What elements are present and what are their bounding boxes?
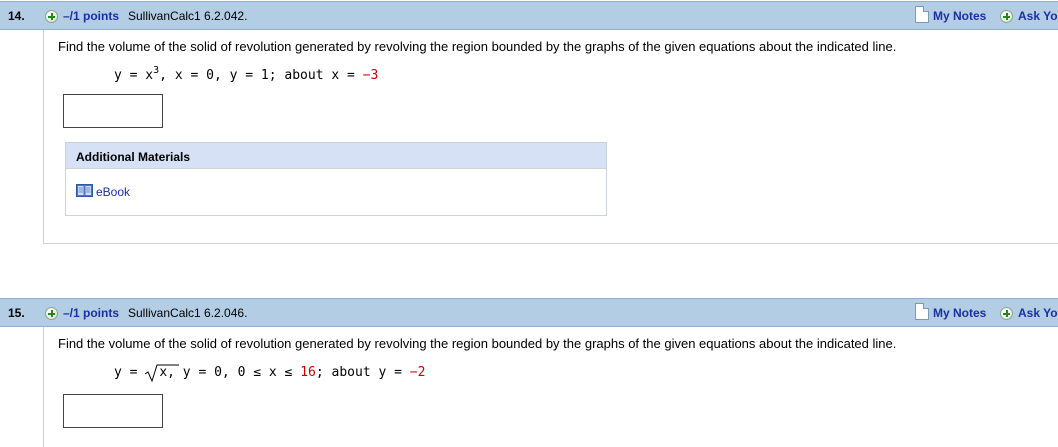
question-source: SullivanCalc1 6.2.042. bbox=[128, 9, 248, 23]
my-notes-link[interactable]: My Notes bbox=[933, 9, 986, 23]
answer-input[interactable] bbox=[63, 394, 163, 428]
points-link[interactable]: –/1 points bbox=[63, 9, 119, 23]
question-equation: y = x3, x = 0, y = 1; about x = −3 bbox=[114, 66, 379, 84]
plus-circle-icon[interactable] bbox=[45, 10, 58, 23]
equation-part: y = bbox=[114, 365, 146, 380]
equation-part: , y = 0, 0 ≤ x ≤ bbox=[167, 365, 301, 380]
radical-sign-icon bbox=[145, 364, 180, 382]
note-page-icon[interactable] bbox=[915, 6, 929, 23]
question-prompt: Find the volume of the solid of revoluti… bbox=[58, 39, 897, 54]
question-number: 15. bbox=[8, 306, 25, 320]
question-number: 14. bbox=[8, 9, 25, 23]
points-link[interactable]: –/1 points bbox=[63, 306, 119, 320]
axis-value: −3 bbox=[362, 68, 379, 83]
ask-your-teacher-link[interactable]: Ask Yo bbox=[1018, 306, 1058, 320]
question-prompt: Find the volume of the solid of revoluti… bbox=[58, 336, 897, 351]
plus-circle-icon[interactable] bbox=[1000, 307, 1013, 320]
bound-value: 16 bbox=[300, 365, 316, 380]
square-root: x bbox=[145, 364, 180, 382]
plus-circle-icon[interactable] bbox=[1000, 10, 1013, 23]
book-icon[interactable] bbox=[76, 184, 93, 197]
question-source: SullivanCalc1 6.2.046. bbox=[128, 306, 248, 320]
additional-materials-title: Additional Materials bbox=[66, 143, 606, 169]
additional-materials-panel: Additional Materials eBook bbox=[65, 142, 607, 216]
plus-circle-icon[interactable] bbox=[45, 307, 58, 320]
answer-input[interactable] bbox=[63, 94, 163, 128]
question-equation: y = x, y = 0, 0 ≤ x ≤ 16; about y = −2 bbox=[114, 364, 426, 382]
equation-part: y = x bbox=[114, 68, 154, 83]
axis-value: −2 bbox=[409, 365, 426, 380]
my-notes-link[interactable]: My Notes bbox=[933, 306, 986, 320]
ask-your-teacher-link[interactable]: Ask Yo bbox=[1018, 9, 1058, 23]
equation-part: , x = 0, y = 1; about x = bbox=[159, 68, 363, 83]
question-14-header: 14. –/1 points SullivanCalc1 6.2.042. My… bbox=[0, 1, 1058, 30]
note-page-icon[interactable] bbox=[915, 303, 929, 320]
equation-part: ; about y = bbox=[315, 365, 410, 380]
ebook-link[interactable]: eBook bbox=[96, 185, 130, 199]
question-15-header: 15. –/1 points SullivanCalc1 6.2.046. My… bbox=[0, 298, 1058, 327]
